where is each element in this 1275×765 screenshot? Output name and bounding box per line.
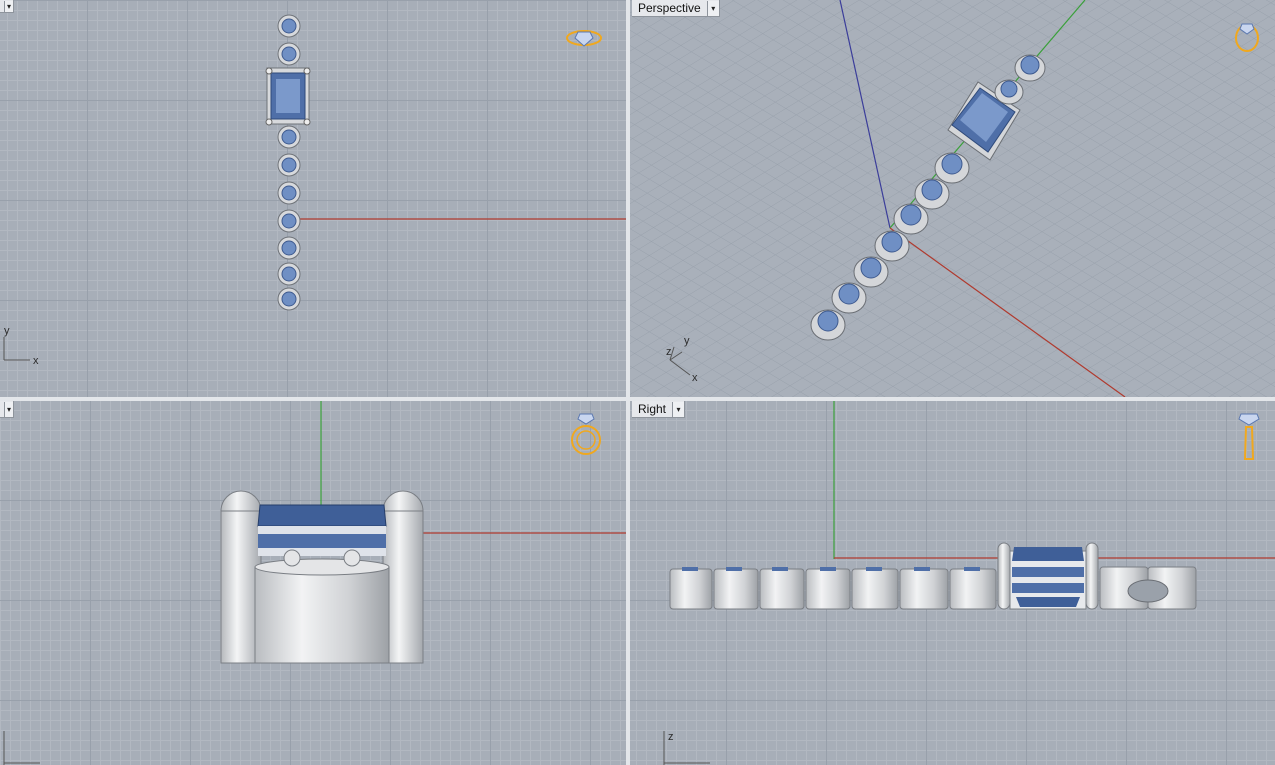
axis-label-x: x [33, 355, 39, 367]
right-view-scene: z [663, 401, 1275, 765]
viewport-right[interactable]: z Right ▾ [630, 401, 1275, 765]
right-model [669, 542, 1197, 610]
viewport-label: Perspective [638, 1, 701, 15]
front-model [220, 490, 424, 664]
viewport-tab-front[interactable]: ▾ [0, 401, 14, 418]
viewport-front[interactable]: ▾ [0, 401, 626, 765]
bezel-stone [277, 14, 301, 66]
perspective-view-scene: z y x [630, 0, 1275, 397]
axis-label-y: y [684, 335, 690, 347]
ring-icon-right[interactable] [1238, 413, 1260, 460]
top-view-scene: y x [3, 14, 626, 367]
viewport-perspective[interactable]: z y x Perspective ▾ [630, 0, 1275, 397]
viewport-label: Right [638, 402, 667, 416]
viewport-top[interactable]: y x ▾ [0, 0, 626, 397]
bezel-stone-row [277, 125, 301, 311]
axis-label-z: z [666, 346, 672, 358]
chevron-down-icon[interactable]: ▾ [672, 401, 685, 417]
viewport-tab-top[interactable]: ▾ [0, 0, 14, 13]
front-view-scene [3, 401, 626, 765]
axis-label-y: y [4, 325, 10, 337]
chevron-down-icon[interactable]: ▾ [4, 401, 13, 417]
chevron-down-icon[interactable]: ▾ [4, 0, 13, 12]
axis-indicator-top [3, 337, 30, 361]
viewport-tab-right[interactable]: Right ▾ [632, 401, 686, 418]
perspective-grid [630, 0, 1275, 397]
center-stone [265, 67, 311, 126]
viewport-tab-perspective[interactable]: Perspective ▾ [632, 0, 720, 17]
ring-icon-top[interactable] [566, 30, 602, 47]
ring-icon-front[interactable] [571, 413, 601, 455]
axis-label-x: x [692, 372, 698, 384]
axis-label-z: z [668, 731, 674, 743]
chevron-down-icon[interactable]: ▾ [706, 0, 719, 16]
